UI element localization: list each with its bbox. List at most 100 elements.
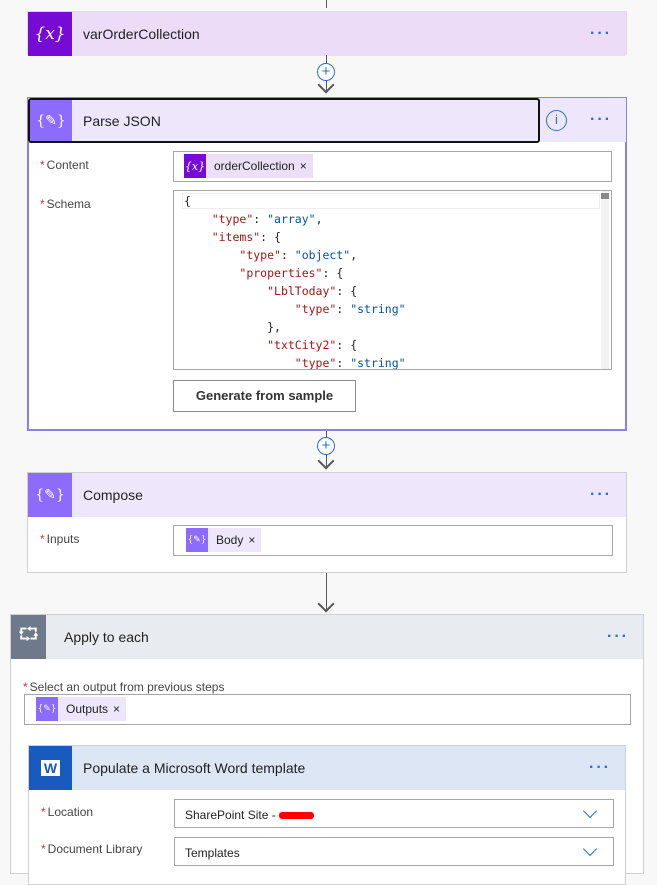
code-token: "string" <box>350 356 406 370</box>
label-text: Location <box>47 805 94 819</box>
data-operation-icon: {✎} <box>30 100 72 141</box>
code-token: "items" <box>211 230 261 244</box>
location-dropdown[interactable]: SharePoint Site - <box>174 799 614 828</box>
apply-to-each-header[interactable]: ⮔ Apply to each ··· <box>11 615 643 659</box>
card-title: varOrderCollection <box>83 26 200 42</box>
content-label: * Content <box>40 158 89 172</box>
more-options-button[interactable]: ··· <box>589 759 611 777</box>
remove-token-button[interactable]: × <box>113 702 126 716</box>
schema-editor[interactable]: { "type": "array", "items": { "type": "o… <box>173 190 612 370</box>
code-token: "txtCity2" <box>267 338 337 352</box>
code-token: : <box>253 212 268 226</box>
document-library-dropdown[interactable]: Templates <box>174 837 614 866</box>
parse-json-header[interactable]: {✎} Parse JSON <box>28 98 540 143</box>
variable-icon: {x} <box>184 154 206 178</box>
card-title: Apply to each <box>64 629 149 645</box>
token-label: orderCollection <box>214 159 295 173</box>
card-title: Parse JSON <box>83 112 161 129</box>
token-orderCollection[interactable]: {x} orderCollection × <box>184 154 313 178</box>
connector <box>326 0 327 8</box>
code-line: "items": { <box>184 228 406 246</box>
inputs-field[interactable]: {✎} Body × <box>173 525 613 556</box>
code-token: "type" <box>211 212 254 226</box>
data-operation-icon: {✎} <box>28 473 72 517</box>
info-icon[interactable]: i <box>546 110 567 131</box>
redaction-mark <box>279 812 315 820</box>
word-template-card: W Populate a Microsoft Word template ···… <box>28 745 626 885</box>
code-token: { <box>184 194 191 208</box>
compose-header[interactable]: {✎} Compose ··· <box>28 473 626 517</box>
document-library-label: * Document Library <box>41 842 142 856</box>
code-line: }, <box>184 318 406 336</box>
label-text: Select an output from previous steps <box>29 680 225 694</box>
more-options-button[interactable]: ··· <box>607 628 629 646</box>
code-token: "LblToday" <box>267 284 337 298</box>
token-body[interactable]: {✎} Body × <box>186 528 262 552</box>
var-order-collection-card[interactable]: {x} varOrderCollection ··· <box>27 11 627 56</box>
code-token: "type" <box>239 248 281 262</box>
word-icon: W <box>29 746 72 790</box>
arrow-down-icon <box>317 452 335 470</box>
code-line: "txtCity2": { <box>184 336 406 354</box>
scrollbar[interactable] <box>601 191 609 369</box>
code-token: : { <box>336 338 358 352</box>
label-text: Document Library <box>47 842 143 856</box>
content-input[interactable]: {x} orderCollection × <box>173 151 612 182</box>
code-line: "properties": { <box>184 264 406 282</box>
token-outputs[interactable]: {✎} Outputs × <box>36 697 127 721</box>
parse-json-card: {✎} Parse JSON i ··· * Content {x} orderC… <box>27 97 627 431</box>
code-token: "properties" <box>239 266 323 280</box>
more-options-button[interactable]: ··· <box>590 25 612 43</box>
code-token: "array" <box>267 212 316 226</box>
required-mark: * <box>40 158 45 172</box>
required-mark: * <box>41 842 46 856</box>
code-line: "type": "array", <box>184 210 406 228</box>
remove-token-button[interactable]: × <box>300 159 313 173</box>
arrow-down-icon <box>317 595 335 613</box>
code-token: : { <box>260 230 281 244</box>
code-token: : { <box>322 266 344 280</box>
inputs-label: * Inputs <box>40 532 79 546</box>
code-line: { <box>184 192 406 210</box>
card-title: Populate a Microsoft Word template <box>83 760 306 776</box>
word-template-header[interactable]: W Populate a Microsoft Word template ··· <box>29 746 625 790</box>
code-token: "type" <box>294 356 337 370</box>
generate-from-sample-button[interactable]: Generate from sample <box>173 380 356 412</box>
required-mark: * <box>23 680 28 694</box>
required-mark: * <box>40 532 45 546</box>
required-mark: * <box>41 805 46 819</box>
code-token: "type" <box>294 302 337 316</box>
code-line: "type": "string" <box>184 354 406 370</box>
card-title: Compose <box>83 487 143 503</box>
label-text: Inputs <box>46 532 80 546</box>
apply-to-each-card: ⮔ Apply to each ··· * Select an output fr… <box>10 614 644 885</box>
code-token: : <box>280 248 295 262</box>
select-output-input[interactable]: {✎} Outputs × <box>24 694 631 725</box>
code-token: : <box>336 356 351 370</box>
code-token: : <box>336 302 351 316</box>
code-token: "object" <box>294 248 351 262</box>
token-label: Outputs <box>66 702 109 716</box>
more-options-button[interactable]: ··· <box>590 486 612 504</box>
token-label: Body <box>216 533 244 547</box>
code-token: }, <box>267 320 281 334</box>
library-value: Templates <box>185 846 240 860</box>
loop-icon: ⮔ <box>11 615 46 659</box>
chevron-down-icon <box>582 841 598 857</box>
required-mark: * <box>40 197 45 211</box>
more-options-button[interactable]: ··· <box>590 111 612 129</box>
compose-card: {✎} Compose ··· * Inputs {✎} Body × <box>27 472 627 573</box>
code-line: "type": "string" <box>184 300 406 318</box>
label-text: Schema <box>46 197 91 211</box>
data-operation-icon: {✎} <box>186 528 208 552</box>
remove-token-button[interactable]: × <box>248 533 261 547</box>
